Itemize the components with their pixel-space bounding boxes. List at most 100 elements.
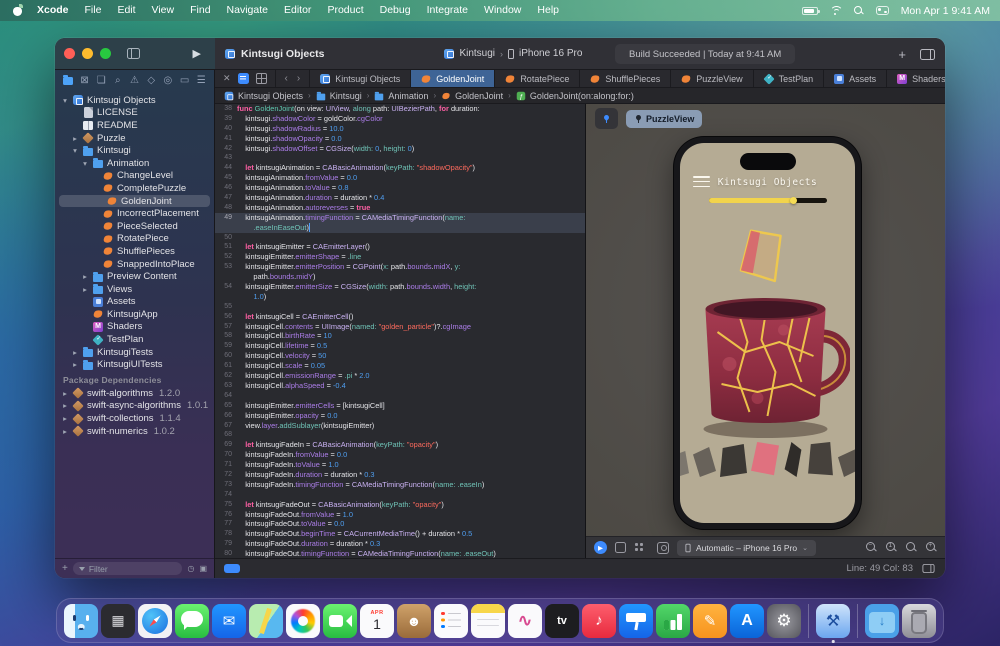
sidebar-item-goldenjoint[interactable]: GoldenJoint (59, 195, 210, 208)
dock-icon-appstore[interactable]: A (730, 604, 764, 638)
disclosure-icon[interactable]: ▾ (81, 159, 89, 168)
disclosure-icon[interactable]: ▸ (71, 348, 79, 357)
shard[interactable] (693, 447, 716, 477)
battery-icon[interactable] (802, 7, 818, 15)
sidebar-package-swift-numerics[interactable]: ▸swift-numerics1.0.2 (55, 425, 214, 438)
pinned-view-chip[interactable]: PuzzleView (626, 110, 702, 128)
tab-shaders[interactable]: Shaders (887, 70, 945, 87)
dock-icon-messages[interactable] (175, 604, 209, 638)
sidebar-item-puzzle[interactable]: ▸Puzzle (55, 132, 214, 145)
dock-icon-reminders[interactable] (434, 604, 468, 638)
close-window-button[interactable] (64, 48, 75, 59)
shard[interactable] (720, 444, 747, 477)
sidebar-item-kintsugiuitests[interactable]: ▸KintsugiUITests (55, 358, 214, 371)
iphone-screen[interactable]: Kintsugi Objects (680, 143, 855, 523)
close-editor-icon[interactable]: ✕ (223, 73, 231, 84)
tab-rotatepiece[interactable]: RotatePiece (495, 70, 580, 87)
forward-icon[interactable]: › (297, 73, 300, 84)
tab-assets[interactable]: Assets (824, 70, 887, 87)
zoom-in-icon[interactable]: + (926, 542, 937, 553)
dock-icon-mail[interactable]: ✉ (212, 604, 246, 638)
sidebar-item-readme[interactable]: README (55, 119, 214, 132)
sidebar-item-incorrectplacement[interactable]: IncorrectPlacement (55, 207, 214, 220)
related-items-icon[interactable] (256, 73, 267, 84)
filter-field[interactable]: Filter (73, 562, 183, 575)
disclosure-icon[interactable]: ▸ (81, 285, 89, 294)
shard-selected-pink[interactable] (751, 442, 779, 477)
sidebar-item-changelevel[interactable]: ChangeLevel (55, 170, 214, 183)
dock-icon-xcode[interactable]: ⚒ (816, 604, 850, 638)
breadcrumb-item[interactable]: Kintsugi (316, 91, 362, 101)
back-icon[interactable]: ‹ (285, 73, 288, 84)
shard[interactable] (838, 448, 855, 477)
disclosure-icon[interactable]: ▸ (61, 401, 69, 410)
activity-viewer[interactable]: Build Succeeded | Today at 9:41 AM (615, 44, 795, 64)
toggle-inspector-icon[interactable] (920, 49, 935, 60)
tab-testplan[interactable]: TestPlan (754, 70, 825, 87)
show-scm-status-icon[interactable]: ▣ (199, 564, 207, 573)
disclosure-icon[interactable]: ▸ (81, 272, 89, 281)
sidebar-item-testplan[interactable]: TestPlan (55, 333, 214, 346)
sidebar-package-swift-algorithms[interactable]: ▸swift-algorithms1.2.0 (55, 387, 214, 400)
dock-icon-calendar[interactable]: APR1 (360, 604, 394, 638)
editor-layout-icon[interactable] (923, 564, 935, 573)
selectable-mode-icon[interactable] (615, 542, 626, 553)
sidebar-item-animation[interactable]: ▾Animation (55, 157, 214, 170)
zoom-window-button[interactable] (100, 48, 111, 59)
dock-icon-downloads[interactable] (865, 604, 899, 638)
dock-icon-trash[interactable] (902, 604, 936, 638)
menu-item-find[interactable]: Find (182, 0, 218, 21)
toggle-navigator-icon[interactable] (127, 48, 140, 59)
issue-navigator-icon[interactable]: ⚠ (130, 75, 140, 86)
sidebar-item-preview-content[interactable]: ▸Preview Content (55, 270, 214, 283)
report-navigator-icon[interactable]: ☰ (196, 75, 206, 86)
test-navigator-icon[interactable]: ◇ (146, 75, 156, 86)
menu-item-editor[interactable]: Editor (276, 0, 319, 21)
disclosure-icon[interactable]: ▸ (71, 360, 79, 369)
menu-item-navigate[interactable]: Navigate (219, 0, 276, 21)
shard[interactable] (783, 442, 803, 477)
find-navigator-icon[interactable]: ⌕ (113, 75, 123, 86)
dock-icon-safari[interactable] (138, 604, 172, 638)
dock-icon-finder[interactable] (64, 604, 98, 638)
tab-kintsugi-objects[interactable]: Kintsugi Objects (310, 70, 411, 87)
sidebar-package-swift-collections[interactable]: ▸swift-collections1.1.4 (55, 412, 214, 425)
disclosure-icon[interactable]: ▾ (71, 146, 79, 155)
sidebar-item-rotatepiece[interactable]: RotatePiece (55, 233, 214, 246)
scheme-selector[interactable]: Kintsugi › iPhone 16 Pro (444, 48, 582, 59)
spotlight-icon[interactable] (854, 6, 864, 16)
dock-icon-maps[interactable] (249, 604, 283, 638)
sidebar-item-completepuzzle[interactable]: CompletePuzzle (55, 182, 214, 195)
disclosure-icon[interactable]: ▸ (61, 389, 69, 398)
tab-goldenjoint[interactable]: GoldenJoint (411, 70, 495, 87)
dock-icon-photos[interactable] (286, 604, 320, 638)
menu-item-edit[interactable]: Edit (109, 0, 143, 21)
sidebar-package-swift-async-algorithms[interactable]: ▸swift-async-algorithms1.0.1 (55, 400, 214, 413)
live-preview-button[interactable]: ▶ (594, 541, 607, 554)
menu-item-xcode[interactable]: Xcode (29, 0, 77, 21)
dock-icon-music[interactable]: ♪ (582, 604, 616, 638)
menu-item-debug[interactable]: Debug (372, 0, 419, 21)
sidebar-item-shaders[interactable]: Shaders (55, 321, 214, 334)
menu-item-window[interactable]: Window (476, 0, 529, 21)
zoom-100-icon[interactable]: 1 (886, 542, 897, 553)
sidebar-item-kintsugi-objects[interactable]: ▾Kintsugi Objects (55, 94, 214, 107)
source-control-navigator-icon[interactable]: ⊠ (80, 75, 90, 86)
menu-item-file[interactable]: File (77, 0, 110, 21)
menu-item-product[interactable]: Product (319, 0, 371, 21)
dock-icon-contacts[interactable]: ☻ (397, 604, 431, 638)
sidebar-item-views[interactable]: ▸Views (55, 283, 214, 296)
debug-navigator-icon[interactable]: ◎ (163, 75, 173, 86)
add-button[interactable]: + (898, 47, 906, 62)
breakpoints-indicator[interactable] (224, 564, 240, 573)
dock-icon-freeform[interactable]: ∿ (508, 604, 542, 638)
dock-icon-facetime[interactable] (323, 604, 357, 638)
show-recent-icon[interactable]: ◷ (187, 564, 194, 573)
source-editor[interactable]: 38func GoldenJoint(on view: UIView, alon… (215, 104, 585, 558)
device-settings-icon[interactable] (657, 542, 669, 554)
menu-item-view[interactable]: View (144, 0, 183, 21)
sidebar-item-pieceselected[interactable]: PieceSelected (55, 220, 214, 233)
tab-shufflepieces[interactable]: ShufflePieces (580, 70, 671, 87)
kintsugi-mug[interactable] (685, 272, 850, 442)
sidebar-item-assets[interactable]: Assets (55, 296, 214, 309)
